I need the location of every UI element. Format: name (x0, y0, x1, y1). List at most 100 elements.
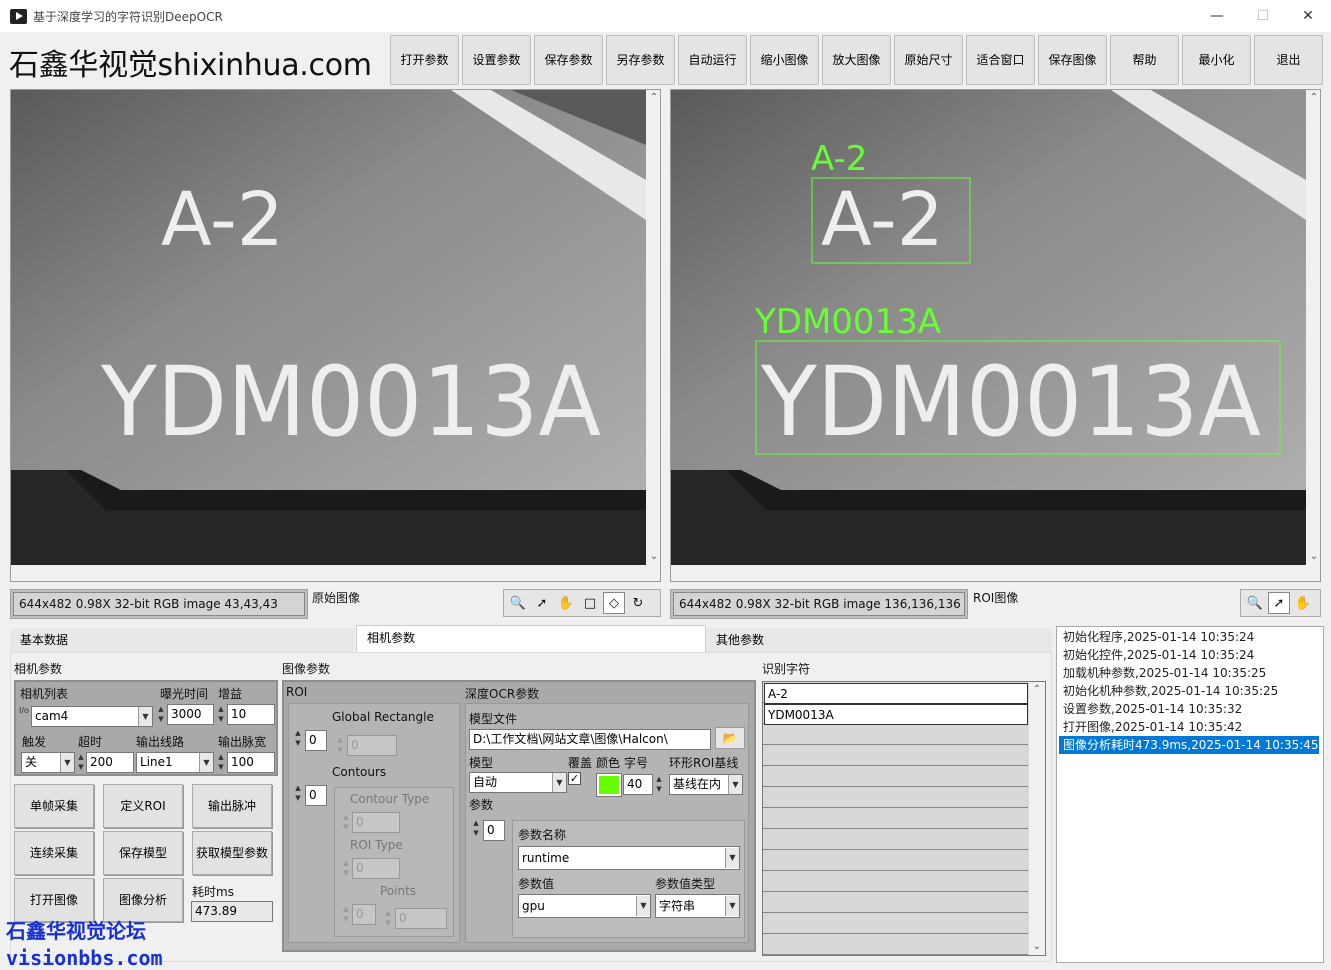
save-params-button[interactable]: 保存参数 (534, 35, 603, 85)
ring-baseline-select[interactable]: 基线在内 ▼ (669, 774, 743, 795)
pan-icon[interactable]: ✋ (1292, 592, 1314, 614)
horizontal-scrollbar[interactable] (11, 565, 660, 581)
list-item[interactable]: YDM0013A (764, 704, 1028, 725)
fit-window-button[interactable]: 适合窗口 (966, 35, 1035, 85)
continuous-capture-button[interactable]: 连续采集 (14, 831, 94, 875)
rect-icon[interactable]: □ (579, 592, 601, 614)
overlay-checkbox[interactable]: ✓ (568, 772, 581, 785)
log-item[interactable]: 初始化控件,2025-01-14 10:35:24 (1059, 646, 1323, 664)
recognized-list[interactable]: A-2 YDM0013A ⌃ ⌄ (762, 681, 1046, 956)
zoom-icon[interactable]: 🔍 (1244, 592, 1266, 614)
chevron-down-icon[interactable]: ▼ (725, 896, 739, 916)
output-line-select[interactable]: Line1 ▼ (136, 752, 214, 773)
roi-image-display[interactable]: A-2 YDM0013A A-2 YDM0013A ⌃ ⌄ (670, 89, 1321, 582)
ring-baseline-value: 基线在内 (673, 777, 722, 791)
minimize-window-button[interactable]: — (1194, 0, 1240, 32)
zoom-icon[interactable]: 🔍 (507, 592, 529, 614)
folder-open-icon[interactable]: 📂 (715, 727, 745, 749)
log-item-selected[interactable]: 图像分析耗时473.9ms,2025-01-14 10:35:45 (1059, 736, 1319, 754)
chevron-down-icon[interactable]: ▼ (138, 707, 152, 726)
trigger-select[interactable]: 关 ▼ (21, 752, 75, 773)
roi-index-stepper[interactable]: ▲ ▼ (292, 728, 304, 749)
param-index-stepper[interactable]: ▲ ▼ (470, 818, 482, 839)
color-swatch[interactable] (596, 773, 622, 797)
log-item[interactable]: 打开图像,2025-01-14 10:35:42 (1059, 718, 1323, 736)
chevron-down-icon[interactable]: ▼ (60, 753, 74, 772)
elapsed-label: 耗时ms (192, 885, 234, 899)
chevron-down-icon[interactable]: ▼ (728, 775, 742, 794)
gain-field[interactable]: 10 (227, 704, 275, 725)
log-item[interactable]: 设置参数,2025-01-14 10:35:32 (1059, 700, 1323, 718)
contour-index-field[interactable]: 0 (305, 785, 327, 806)
pulse-field[interactable]: 100 (227, 752, 275, 773)
list-item[interactable]: A-2 (764, 683, 1028, 704)
image-params-label: 图像参数 (282, 662, 331, 676)
log-list[interactable]: 初始化程序,2025-01-14 10:35:24 初始化控件,2025-01-… (1056, 626, 1324, 963)
vertical-scrollbar[interactable]: ⌃ ⌄ (646, 90, 660, 565)
recognized-scrollbar[interactable]: ⌃ ⌄ (1029, 682, 1045, 955)
pointer-icon[interactable]: ➚ (1268, 592, 1290, 614)
single-capture-button[interactable]: 单帧采集 (14, 784, 94, 828)
tab-basic-data[interactable]: 基本数据 (10, 628, 354, 652)
chevron-down-icon[interactable]: ▼ (199, 753, 213, 772)
roi-type-field: 0 (352, 858, 400, 879)
set-params-button[interactable]: 设置参数 (462, 35, 531, 85)
scroll-down-icon[interactable]: ⌄ (1029, 939, 1045, 955)
exposure-field[interactable]: 3000 (167, 704, 214, 725)
roi-horizontal-scrollbar[interactable] (671, 565, 1320, 581)
original-size-button[interactable]: 原始尺寸 (894, 35, 963, 85)
output-pulse-button[interactable]: 输出脉冲 (192, 784, 272, 828)
font-size-field[interactable]: 40 (623, 774, 653, 795)
font-size-stepper[interactable]: ▲ ▼ (653, 774, 665, 795)
scroll-up-icon[interactable]: ⌃ (646, 90, 660, 106)
param-index-field[interactable]: 0 (483, 820, 505, 841)
save-as-params-button[interactable]: 另存参数 (606, 35, 675, 85)
log-item[interactable]: 初始化程序,2025-01-14 10:35:24 (1059, 628, 1323, 646)
param-name-select[interactable]: runtime ▼ (518, 846, 740, 870)
roi-index-field[interactable]: 0 (305, 730, 327, 751)
auto-run-button[interactable]: 自动运行 (678, 35, 747, 85)
gain-stepper[interactable]: ▲ ▼ (215, 704, 227, 725)
original-image: A-2 YDM0013A (11, 90, 646, 565)
pointer-icon[interactable]: ➚ (531, 592, 553, 614)
pan-icon[interactable]: ✋ (555, 592, 577, 614)
model-file-path[interactable]: D:\工作文档\网站文章\图像\Halcon\ (469, 729, 711, 750)
pulse-stepper[interactable]: ▲ ▼ (215, 752, 227, 773)
zoom-in-button[interactable]: 放大图像 (822, 35, 891, 85)
exit-button[interactable]: 退出 (1254, 35, 1323, 85)
maximize-window-button[interactable]: ☐ (1240, 0, 1286, 32)
original-image-display[interactable]: A-2 YDM0013A ⌃ ⌄ (10, 89, 661, 582)
define-roi-button[interactable]: 定义ROI (103, 784, 183, 828)
diamond-icon[interactable]: ◇ (603, 592, 625, 614)
log-item[interactable]: 初始化机种参数,2025-01-14 10:35:25 (1059, 682, 1323, 700)
get-model-params-button[interactable]: 获取模型参数 (192, 831, 272, 875)
timeout-field[interactable]: 200 (86, 752, 134, 773)
camera-select[interactable]: cam4 ▼ (31, 706, 153, 727)
close-window-button[interactable]: ✕ (1285, 0, 1331, 32)
scroll-down-icon[interactable]: ⌄ (646, 549, 660, 565)
rotate-icon[interactable]: ↻ (627, 592, 649, 614)
save-model-button[interactable]: 保存模型 (103, 831, 183, 875)
chevron-down-icon[interactable]: ▼ (725, 848, 739, 868)
exposure-stepper[interactable]: ▲ ▼ (155, 704, 167, 725)
roi-scroll-down-icon[interactable]: ⌄ (1306, 549, 1320, 565)
roi-vertical-scrollbar[interactable]: ⌃ ⌄ (1306, 90, 1320, 565)
minimize-button[interactable]: 最小化 (1182, 35, 1251, 85)
tab-other-params[interactable]: 其他参数 (706, 628, 1052, 652)
scroll-up-icon[interactable]: ⌃ (1029, 682, 1045, 698)
roi-scroll-up-icon[interactable]: ⌃ (1306, 90, 1320, 106)
save-image-button[interactable]: 保存图像 (1038, 35, 1107, 85)
title-bar: 基于深度学习的字符识别DeepOCR — ☐ ✕ (0, 0, 1331, 32)
contour-index-stepper[interactable]: ▲ ▼ (292, 783, 304, 804)
param-type-select[interactable]: 字符串 ▼ (655, 894, 740, 918)
chevron-down-icon[interactable]: ▼ (552, 773, 566, 792)
open-params-button[interactable]: 打开参数 (390, 35, 459, 85)
help-button[interactable]: 帮助 (1110, 35, 1179, 85)
contour-type-stepper: ▲ ▼ (343, 813, 349, 831)
zoom-out-button[interactable]: 缩小图像 (750, 35, 819, 85)
model-select[interactable]: 自动 ▼ (469, 772, 567, 793)
param-value-select[interactable]: gpu ▼ (518, 894, 651, 918)
tab-camera-params[interactable]: 相机参数 (356, 625, 706, 652)
log-item[interactable]: 加载机种参数,2025-01-14 10:35:25 (1059, 664, 1323, 682)
chevron-down-icon[interactable]: ▼ (636, 896, 650, 916)
